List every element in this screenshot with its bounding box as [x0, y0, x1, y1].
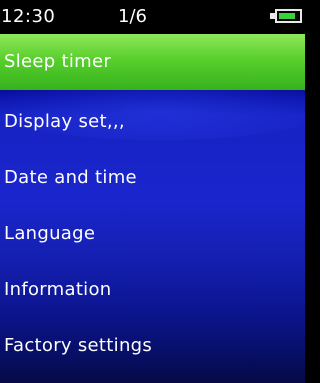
settings-menu: Sleep timer Display set,,, Date and time…	[0, 34, 305, 383]
settings-screen: 12:30 1/6 Sleep timer Display set,,, Dat…	[0, 0, 305, 383]
clock: 12:30	[1, 6, 56, 27]
page-indicator: 1/6	[118, 6, 147, 27]
menu-item-sleep-timer[interactable]: Sleep timer	[0, 34, 305, 90]
menu-item-display-set[interactable]: Display set,,,	[0, 94, 305, 150]
menu-item-factory-settings[interactable]: Factory settings	[0, 318, 305, 374]
menu-item-date-and-time[interactable]: Date and time	[0, 150, 305, 206]
menu-item-information[interactable]: Information	[0, 262, 305, 318]
battery-icon	[275, 9, 302, 23]
battery-level-fill	[279, 13, 295, 19]
menu-item-language[interactable]: Language	[0, 206, 305, 262]
status-bar: 12:30 1/6	[0, 0, 305, 34]
